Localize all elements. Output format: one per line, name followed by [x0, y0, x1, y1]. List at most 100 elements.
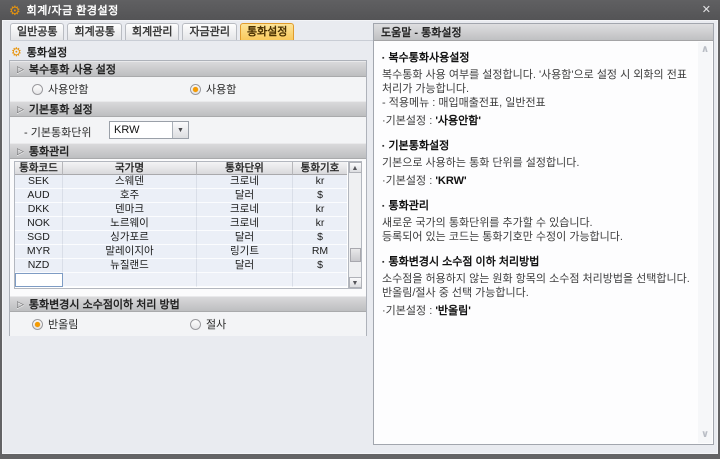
- table-row-empty[interactable]: [15, 273, 348, 287]
- column-header[interactable]: 통화단위: [197, 162, 293, 175]
- table-row[interactable]: AUD 호주 달러 $: [15, 189, 348, 203]
- radio-label: 사용함: [206, 84, 237, 96]
- base-currency-value: KRW: [114, 124, 140, 136]
- tab-4[interactable]: 자금관리: [182, 23, 237, 40]
- settings-window: ⚙ 회계/자금 환경설정 ✕ 일반공통 회계공통 회계관리 자금관리 통화설정 ⚙ 통화…: [0, 0, 720, 459]
- scroll-down-icon[interactable]: ∨: [701, 430, 709, 440]
- table-cell: SEK: [15, 175, 63, 189]
- scroll-down-icon[interactable]: ▼: [348, 277, 362, 288]
- tab-2[interactable]: 회계공통: [67, 23, 122, 40]
- section-header-multi-currency: ▷ 복수통화 사용 설정: [10, 61, 366, 77]
- table-cell[interactable]: [293, 273, 347, 287]
- multi-currency-radio-group: 사용안함 사용함: [10, 77, 366, 101]
- help-topic-title: ▪ 통화변경시 소수점 이하 처리방법: [382, 253, 694, 269]
- radio-selected-icon[interactable]: [32, 318, 43, 330]
- table-cell: DKK: [15, 203, 63, 217]
- radio-selected-icon[interactable]: [190, 83, 201, 95]
- table-cell[interactable]: [197, 273, 293, 287]
- triangle-icon: ▷: [17, 63, 24, 74]
- table-cell-focused[interactable]: [15, 273, 63, 287]
- column-header[interactable]: 통화코드: [15, 162, 63, 175]
- default-prefix: ·기본설정 :: [382, 115, 436, 127]
- radio-option[interactable]: 사용함: [190, 81, 236, 97]
- help-topic-line: - 적용메뉴 : 매입매출전표, 일반전표: [382, 97, 546, 109]
- table-cell[interactable]: [63, 273, 197, 287]
- chevron-down-icon[interactable]: ▼: [172, 122, 188, 138]
- default-value: '반올림': [435, 305, 471, 317]
- table-row[interactable]: DKK 덴마크 크로네 kr: [15, 203, 348, 217]
- radio-label: 사용안함: [48, 84, 89, 96]
- help-topic-default: ·기본설정 : '사용안함': [382, 114, 694, 128]
- bullet-icon: ▪: [382, 55, 385, 62]
- table-row[interactable]: MYR 말레이지아 링기트 RM: [15, 245, 348, 259]
- table-cell: 달러: [197, 259, 293, 273]
- help-topic: ▪ 복수통화사용설정복수통화 사용 여부를 설정합니다. '사용함'으로 설정 시…: [382, 49, 694, 128]
- help-topic-title-text: 복수통화사용설정: [388, 52, 470, 64]
- table-cell: 말레이지아: [63, 245, 197, 259]
- bullet-icon: ▪: [382, 143, 385, 150]
- currency-table-head: 통화코드 국가명 통화단위 통화기호: [15, 162, 348, 175]
- close-icon[interactable]: ✕: [702, 4, 711, 16]
- tab-3[interactable]: 회계관리: [124, 23, 180, 40]
- bullet-icon: ▪: [382, 203, 385, 210]
- currency-table-body: SEK 스웨덴 크로네 kr AUD 호주 달러 $ DKK 덴마크 크로네 kr NOK 노르웨이 크로네…: [15, 175, 348, 273]
- table-row[interactable]: NOK 노르웨이 크로네 kr: [15, 217, 348, 231]
- table-cell: 크로네: [197, 203, 293, 217]
- section-header-label: 통화변경시 소수점이하 처리 방법: [28, 299, 180, 311]
- radio-option[interactable]: 반올림: [32, 316, 78, 332]
- table-cell: 달러: [197, 189, 293, 203]
- radio-label: 절사: [206, 319, 227, 331]
- column-header[interactable]: 국가명: [63, 162, 197, 175]
- table-cell: NOK: [15, 217, 63, 231]
- scrollbar-track[interactable]: [349, 173, 362, 277]
- base-currency-select[interactable]: KRW ▼: [109, 121, 189, 139]
- table-scrollbar[interactable]: ▲ ▼: [348, 162, 362, 288]
- triangle-icon: ▷: [17, 298, 24, 309]
- panel-title-label: 통화설정: [26, 47, 68, 59]
- table-cell: 달러: [197, 231, 293, 245]
- column-header[interactable]: 통화기호: [293, 162, 347, 175]
- triangle-icon: ▷: [17, 145, 24, 156]
- table-cell: AUD: [15, 189, 63, 203]
- help-topic-default: ·기본설정 : '반올림': [382, 304, 694, 318]
- currency-settings-box: ▷ 복수통화 사용 설정 사용안함 사용함 ▷ 기본통화 설정 - 기본통화단위 …: [9, 60, 367, 336]
- tab-1[interactable]: 일반공통: [10, 23, 65, 40]
- title-bar: ⚙ 회계/자금 환경설정 ✕: [0, 0, 720, 20]
- help-topic-line: 복수통화 사용 여부를 설정합니다. '사용함'으로 설정 시 외화의 전표처리…: [382, 69, 687, 95]
- scroll-up-icon[interactable]: ∧: [701, 45, 709, 55]
- table-cell: 스웨덴: [63, 175, 197, 189]
- help-topic: ▪ 통화변경시 소수점 이하 처리방법소수점을 허용하지 않는 원화 항목의 소수…: [382, 253, 694, 318]
- help-topic-title-text: 통화관리: [388, 200, 429, 212]
- radio-unselected-icon[interactable]: [32, 83, 43, 95]
- help-scrollbar[interactable]: ∧ ∨: [698, 42, 712, 443]
- gear-icon: ⚙: [11, 45, 22, 59]
- radio-option[interactable]: 사용안함: [32, 81, 88, 97]
- table-row[interactable]: NZD 뉴질랜드 달러 $: [15, 259, 348, 273]
- scrollbar-thumb[interactable]: [349, 247, 361, 262]
- default-value: '사용안함': [435, 115, 482, 127]
- section-header-label: 통화관리: [28, 146, 70, 158]
- content-area: 일반공통 회계공통 회계관리 자금관리 통화설정 ⚙ 통화설정 ▷ 복수통화 사용 설정…: [2, 20, 718, 454]
- table-cell: SGD: [15, 231, 63, 245]
- scroll-up-icon[interactable]: ▲: [348, 162, 362, 173]
- table-cell: kr: [293, 175, 347, 189]
- help-topic-line: 소수점을 허용하지 않는 원화 항목의 소수점 처리방법을 선택합니다. 반올림…: [382, 273, 690, 299]
- help-topic-line: 기본으로 사용하는 통화 단위를 설정합니다.: [382, 157, 580, 169]
- base-currency-label: - 기본통화단위: [24, 127, 92, 139]
- default-value: 'KRW': [435, 175, 467, 187]
- table-row[interactable]: SGD 싱가포르 달러 $: [15, 231, 348, 245]
- radio-unselected-icon[interactable]: [190, 318, 201, 330]
- table-cell: RM: [293, 245, 347, 259]
- section-header-decimal-method: ▷ 통화변경시 소수점이하 처리 방법: [10, 296, 366, 312]
- help-topic-title: ▪ 통화관리: [382, 197, 694, 213]
- table-cell: 크로네: [197, 217, 293, 231]
- radio-option[interactable]: 절사: [190, 316, 226, 332]
- table-row[interactable]: SEK 스웨덴 크로네 kr: [15, 175, 348, 189]
- section-header-label: 복수통화 사용 설정: [28, 64, 116, 76]
- help-panel: 도움말 - 통화설정 ▪ 복수통화사용설정 복수통화 사용 여부를 설정합니다. '…: [373, 23, 714, 445]
- help-topic-default: ·기본설정 : 'KRW': [382, 174, 694, 188]
- tab-5[interactable]: 통화설정: [239, 23, 295, 40]
- table-cell: 노르웨이: [63, 217, 197, 231]
- default-prefix: ·기본설정 :: [382, 175, 436, 187]
- table-cell: 싱가포르: [63, 231, 197, 245]
